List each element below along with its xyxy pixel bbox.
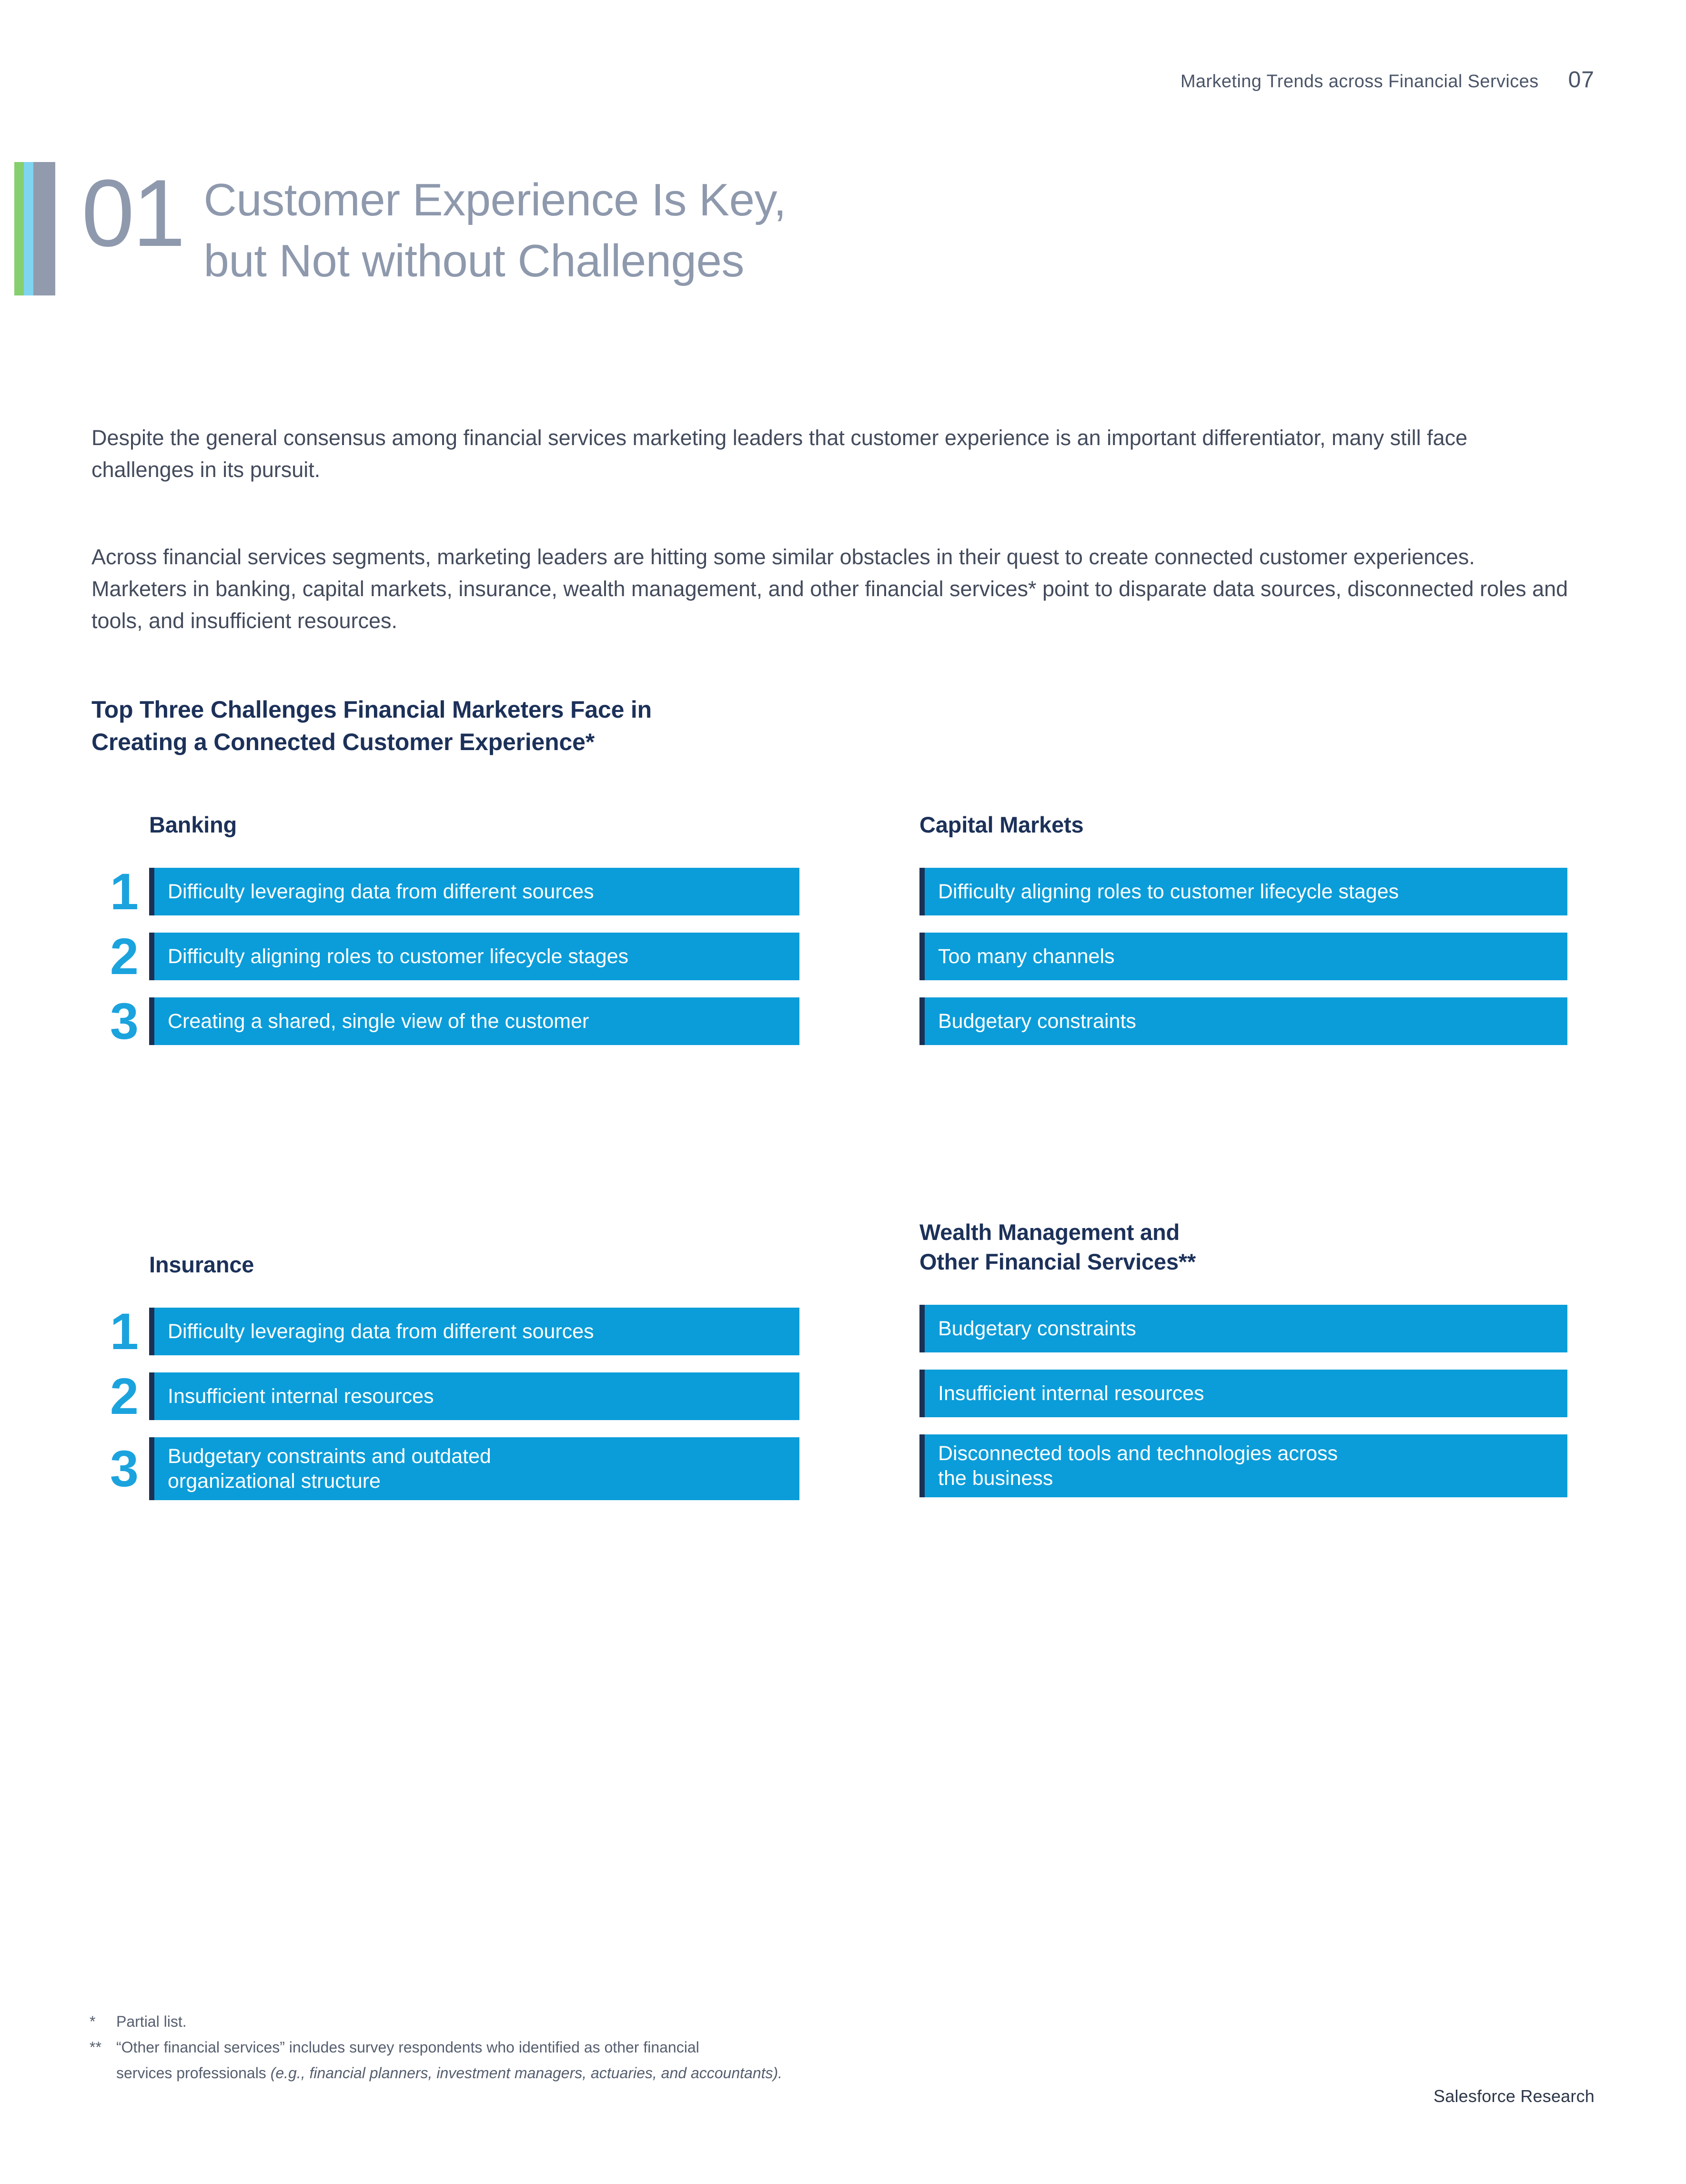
footnote-text-line-1: “Other financial services” includes surv…	[116, 2039, 699, 2056]
footnote-text: “Other financial services” includes surv…	[116, 2034, 1185, 2086]
section-heading-line-2: Creating a Connected Customer Experience…	[91, 729, 595, 755]
list-item: 1 Difficulty leveraging data from differ…	[110, 866, 799, 917]
accent-rule-cyan	[24, 162, 33, 295]
panel-title-banking: Banking	[149, 812, 237, 837]
challenge-bar: Budgetary constraints	[919, 997, 1567, 1045]
footnote-text-line-2-italic: (e.g., financial planners, investment ma…	[270, 2064, 783, 2082]
panel-wealth-management: Wealth Management and Other Financial Se…	[919, 1218, 1567, 1497]
list-item: 3 Budgetary constraints and outdated org…	[110, 1437, 799, 1500]
footnote-marker: *	[90, 2013, 96, 2030]
footnote-2: ** “Other financial services” includes s…	[90, 2034, 1185, 2086]
challenge-label: Creating a shared, single view of the cu…	[168, 1010, 589, 1033]
challenge-label-line-1: Disconnected tools and technologies acro…	[938, 1442, 1338, 1465]
challenge-label: Difficulty leveraging data from differen…	[168, 880, 594, 903]
panel-title-insurance: Insurance	[149, 1252, 254, 1277]
challenge-bar: Difficulty aligning roles to customer li…	[919, 868, 1567, 915]
chapter-title: Customer Experience Is Key, but Not with…	[203, 162, 786, 295]
challenge-label: Budgetary constraints	[938, 1317, 1136, 1340]
challenge-label-line-1: Budgetary constraints and outdated	[168, 1445, 491, 1468]
accent-rule-green	[14, 162, 24, 295]
colophon: Salesforce Research	[1434, 2086, 1595, 2106]
rank-number: 3	[110, 992, 139, 1050]
challenge-bar: Too many channels	[919, 933, 1567, 980]
rank-number: 1	[110, 1302, 139, 1360]
accent-rule-slate	[33, 162, 55, 295]
panel-title-wealth-management: Wealth Management and Other Financial Se…	[919, 1218, 1567, 1277]
rank-number: 2	[110, 927, 139, 985]
running-header-title: Marketing Trends across Financial Servic…	[1180, 71, 1539, 91]
list-item: Difficulty aligning roles to customer li…	[919, 868, 1567, 915]
challenge-bar: Disconnected tools and technologies acro…	[919, 1434, 1567, 1497]
chapter-title-line-2: but Not without Challenges	[203, 235, 744, 286]
challenge-label: Disconnected tools and technologies acro…	[938, 1441, 1338, 1491]
challenge-label: Insufficient internal resources	[938, 1382, 1204, 1405]
challenge-label: Too many channels	[938, 945, 1115, 968]
list-item: Budgetary constraints	[919, 1305, 1567, 1352]
challenge-bar: Difficulty aligning roles to customer li…	[149, 933, 799, 980]
list-item: 2 Difficulty aligning roles to customer …	[110, 931, 799, 982]
intro-paragraph-2: Across financial services segments, mark…	[91, 545, 1568, 633]
list-item: Disconnected tools and technologies acro…	[919, 1434, 1567, 1497]
panel-insurance: Insurance 1 Difficulty leveraging data f…	[110, 1250, 799, 1500]
challenge-bar: Difficulty leveraging data from differen…	[149, 868, 799, 915]
rank-number: 1	[110, 863, 139, 920]
panel-title-line-1: Wealth Management and	[919, 1219, 1180, 1245]
list-item: Budgetary constraints	[919, 997, 1567, 1045]
page-number: 07	[1568, 67, 1595, 92]
challenge-bar: Insufficient internal resources	[149, 1372, 799, 1420]
chapter-number: 01	[81, 160, 185, 266]
footnote-1: * Partial list.	[90, 2009, 1185, 2034]
section-heading: Top Three Challenges Financial Marketers…	[91, 693, 652, 758]
running-header: Marketing Trends across Financial Servic…	[1181, 67, 1595, 93]
challenge-label: Insufficient internal resources	[168, 1385, 434, 1408]
list-item: 1 Difficulty leveraging data from differ…	[110, 1306, 799, 1357]
list-item: Insufficient internal resources	[919, 1370, 1567, 1417]
footnotes: * Partial list. ** “Other financial serv…	[90, 2009, 1185, 2086]
challenge-bar: Difficulty leveraging data from differen…	[149, 1308, 799, 1355]
accent-rule-stack	[14, 162, 55, 295]
challenge-bar: Creating a shared, single view of the cu…	[149, 997, 799, 1045]
challenge-label: Budgetary constraints	[938, 1010, 1136, 1033]
panel-banking: Banking 1 Difficulty leveraging data fro…	[110, 810, 799, 1047]
chapter-title-block: 01 Customer Experience Is Key, but Not w…	[14, 160, 787, 295]
challenge-label: Budgetary constraints and outdated organ…	[168, 1444, 491, 1493]
footnote-marker: **	[90, 2039, 101, 2056]
challenge-bar: Budgetary constraints	[919, 1305, 1567, 1352]
list-item: Too many channels	[919, 933, 1567, 980]
intro-paragraph-1: Despite the general consensus among fina…	[91, 426, 1468, 482]
challenge-label: Difficulty leveraging data from differen…	[168, 1320, 594, 1343]
challenge-bar: Insufficient internal resources	[919, 1370, 1567, 1417]
list-item: 2 Insufficient internal resources	[110, 1371, 799, 1422]
document-page: Marketing Trends across Financial Servic…	[0, 0, 1686, 2184]
challenge-label: Difficulty aligning roles to customer li…	[168, 945, 629, 968]
chapter-title-line-1: Customer Experience Is Key,	[203, 174, 787, 225]
footnote-text-line-2-plain: services professionals	[116, 2064, 271, 2082]
footnote-text: Partial list.	[116, 2013, 187, 2030]
challenge-label-line-2: the business	[938, 1467, 1053, 1490]
challenge-label: Difficulty aligning roles to customer li…	[938, 880, 1399, 903]
challenge-label-line-2: organizational structure	[168, 1470, 381, 1493]
panel-title-capital-markets: Capital Markets	[919, 812, 1084, 837]
section-heading-line-1: Top Three Challenges Financial Marketers…	[91, 696, 652, 723]
panel-title-line-2: Other Financial Services**	[919, 1249, 1196, 1274]
challenge-bar: Budgetary constraints and outdated organ…	[149, 1437, 799, 1500]
rank-number: 2	[110, 1367, 139, 1425]
list-item: 3 Creating a shared, single view of the …	[110, 995, 799, 1047]
panel-capital-markets: Capital Markets Difficulty aligning role…	[919, 810, 1567, 1045]
rank-number: 3	[110, 1440, 139, 1497]
